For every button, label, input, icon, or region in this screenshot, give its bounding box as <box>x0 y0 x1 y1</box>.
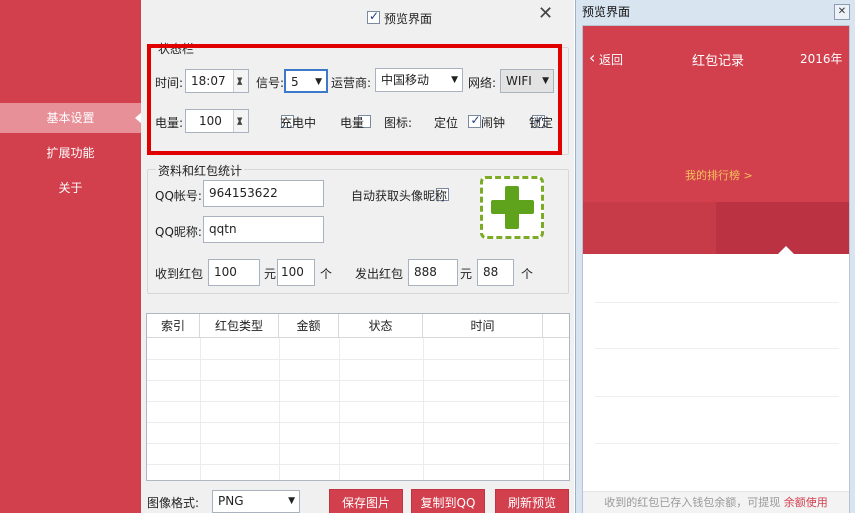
highlight-frame <box>147 44 562 155</box>
received-yuan-unit: 元 <box>264 267 277 281</box>
phone-screen: ‹ 返回 红包记录 2016年 我的排行榜 > 收到的红包已存入钱包余额，可提现… <box>582 25 850 513</box>
sidebar-item-basic-settings[interactable]: 基本设置 <box>0 103 142 133</box>
qq-input[interactable]: 964153622 <box>203 180 324 207</box>
table-header[interactable]: 金额 <box>279 314 339 338</box>
received-label: 收到红包 <box>155 267 204 281</box>
nickname-label: QQ昵称: <box>155 225 202 239</box>
refresh-preview-button[interactable]: 刷新预览 <box>495 489 569 513</box>
received-count-value: 100 <box>281 265 304 279</box>
preview-window: 预览界面 ✕ ‹ 返回 红包记录 2016年 我的排行榜 > 收到的红包已存入钱… <box>575 0 855 513</box>
balance-use-link[interactable]: 余额使用 <box>784 496 828 509</box>
back-label[interactable]: 返回 <box>599 51 623 68</box>
close-icon[interactable]: ✕ <box>538 3 553 24</box>
table-header[interactable]: 时间 <box>423 314 543 338</box>
sidebar-item-about[interactable]: 关于 <box>0 173 141 203</box>
preview-checkbox-label: 预览界面 <box>384 12 433 26</box>
sent-label: 发出红包 <box>355 267 404 281</box>
year-selector[interactable]: 2016年 <box>800 50 843 67</box>
preview-footer: 收到的红包已存入钱包余额，可提现 余额使用 <box>583 491 849 513</box>
sidebar-item-label: 基本设置 <box>46 111 95 125</box>
received-ge-unit: 个 <box>320 267 333 281</box>
received-count-input[interactable]: 100 <box>277 259 315 286</box>
nickname-input[interactable]: qqtn <box>203 216 324 243</box>
table-header[interactable]: 红包类型 <box>200 314 279 338</box>
rank-link[interactable]: 我的排行榜 > <box>685 167 753 183</box>
save-image-button[interactable]: 保存图片 <box>329 489 403 513</box>
auto-fetch-label: 自动获取头像昵称 <box>351 189 448 203</box>
back-chevron-icon[interactable]: ‹ <box>589 48 595 67</box>
sent-count-value: 88 <box>483 265 499 279</box>
chevron-down-icon: ▼ <box>288 496 295 506</box>
received-amount-value: 100 <box>214 265 237 279</box>
preview-checkbox[interactable] <box>367 9 380 24</box>
sent-amount-value: 888 <box>414 265 437 279</box>
received-amount-input[interactable]: 100 <box>208 259 260 286</box>
table-header-filler <box>543 314 569 338</box>
sidebar-item-label: 关于 <box>58 181 83 195</box>
preview-close-icon[interactable]: ✕ <box>834 4 850 20</box>
nickname-value: qqtn <box>209 222 237 236</box>
sidebar: 基本设置 扩展功能 关于 <box>0 0 142 513</box>
footer-text: 收到的红包已存入钱包余额，可提现 <box>604 496 781 509</box>
sent-count-input[interactable]: 88 <box>477 259 514 286</box>
records-table[interactable]: 索引 红包类型 金额 状态 时间 <box>146 313 570 481</box>
sent-ge-unit: 个 <box>521 267 534 281</box>
qq-value: 964153622 <box>209 186 278 200</box>
copy-to-qq-button[interactable]: 复制到QQ <box>411 489 485 513</box>
tab-pointer-icon <box>778 246 794 254</box>
table-header[interactable]: 索引 <box>147 314 200 338</box>
image-format-select[interactable]: PNG ▼ <box>212 490 300 513</box>
preview-window-title: 预览界面 <box>582 5 631 19</box>
sidebar-item-extensions[interactable]: 扩展功能 <box>0 138 141 168</box>
sent-yuan-unit: 元 <box>460 267 473 281</box>
sent-amount-input[interactable]: 888 <box>408 259 458 286</box>
preview-page-title: 红包记录 <box>692 54 745 69</box>
profile-group-title: 资料和红包统计 <box>156 162 245 179</box>
sidebar-item-label: 扩展功能 <box>46 146 95 160</box>
qq-label: QQ帐号: <box>155 189 202 203</box>
table-header[interactable]: 状态 <box>339 314 423 338</box>
image-format-label: 图像格式: <box>147 496 200 510</box>
image-format-value: PNG <box>218 494 244 508</box>
